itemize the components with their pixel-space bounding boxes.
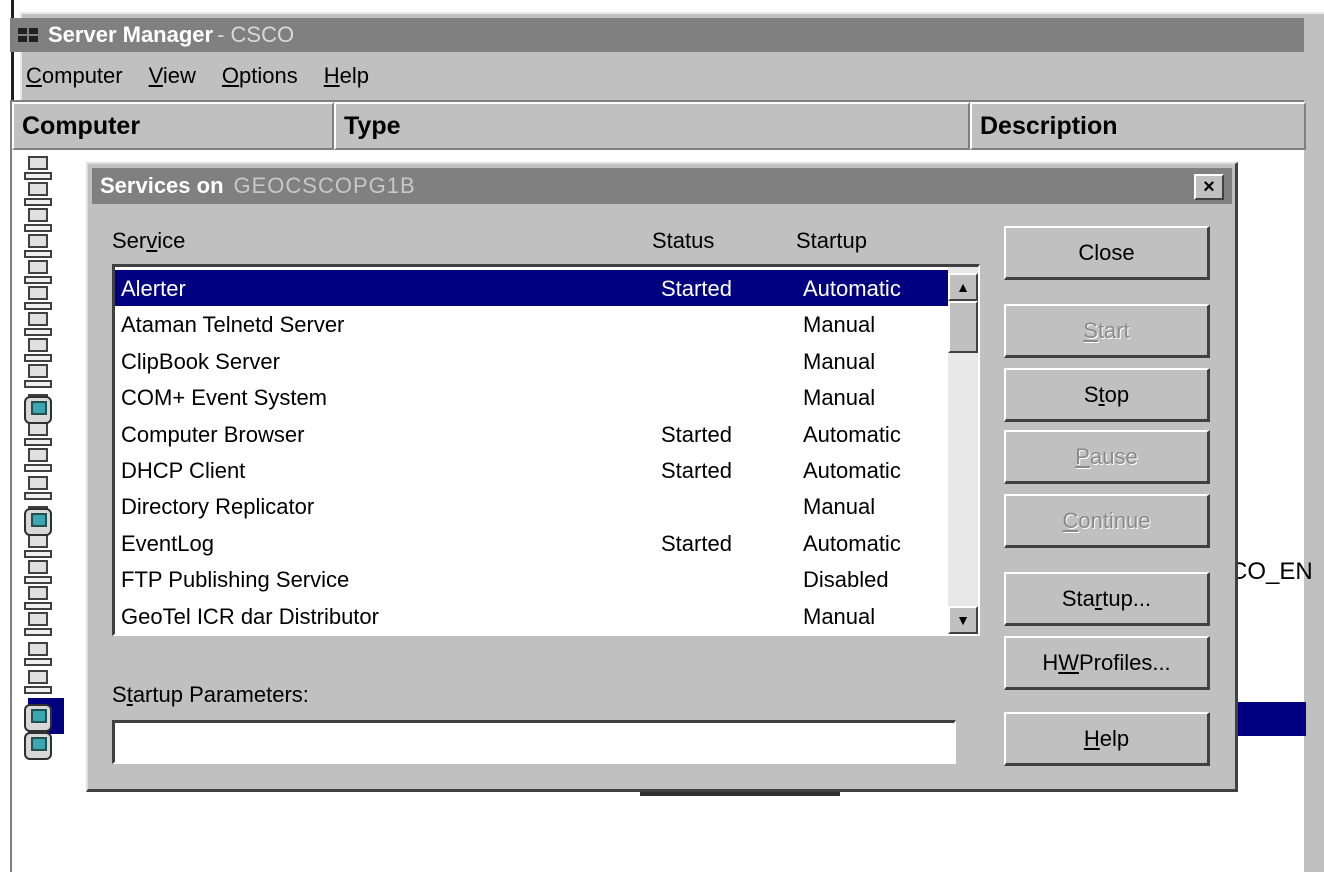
- pause-button[interactable]: Pause: [1004, 430, 1210, 484]
- services-dialog-host: GEOCSCOPG1B: [233, 173, 416, 198]
- column-label-status: Status: [652, 228, 715, 253]
- column-header-description[interactable]: Description: [970, 102, 1306, 150]
- service-row[interactable]: Computer Browser Started Automatic: [115, 416, 949, 452]
- computer-icon: [24, 156, 54, 182]
- service-name: EventLog: [121, 530, 214, 556]
- close-button[interactable]: Close: [1004, 226, 1210, 280]
- column-header-type[interactable]: Type: [334, 102, 970, 150]
- menu-computer[interactable]: Computer: [26, 63, 123, 89]
- service-startup: Manual: [803, 494, 876, 520]
- service-startup: Manual: [803, 312, 876, 338]
- partial-description-text: CO_EN: [1230, 558, 1313, 585]
- server-icon: [22, 730, 56, 764]
- service-row[interactable]: FTP Publishing Service Disabled: [115, 561, 949, 597]
- dialog-shadow: [640, 792, 840, 796]
- column-label-startup: Startup: [796, 228, 867, 253]
- column-header-computer[interactable]: Computer: [12, 102, 334, 150]
- computer-icon: [24, 286, 54, 312]
- service-startup: Manual: [803, 603, 876, 629]
- menu-view[interactable]: View: [149, 63, 196, 89]
- service-name: Alerter: [121, 276, 186, 301]
- service-status: Started: [661, 530, 732, 556]
- scroll-up-arrow-icon[interactable]: ▲: [948, 273, 978, 301]
- startup-button[interactable]: Sta r tup...: [1004, 572, 1210, 626]
- service-row[interactable]: COM+ Event System Manual: [115, 379, 949, 415]
- service-name: FTP Publishing Service: [121, 567, 350, 593]
- service-status: Started: [661, 421, 732, 447]
- service-status: Started: [661, 276, 732, 301]
- computer-icon: [24, 338, 54, 364]
- service-startup: Manual: [803, 348, 876, 374]
- computer-icon: [24, 586, 54, 612]
- computer-icon: [24, 182, 54, 208]
- computer-icon: [24, 312, 54, 338]
- service-row[interactable]: Alerter Started Automatic: [115, 270, 949, 306]
- services-listbox[interactable]: Alerter Started Automatic Ataman Telnetd Se…: [112, 264, 980, 636]
- server-manager-title: Server Manager: [48, 22, 214, 47]
- menu-help[interactable]: Help: [324, 63, 369, 89]
- computer-icon: [24, 448, 54, 474]
- start-button[interactable]: Start: [1004, 304, 1210, 358]
- service-row[interactable]: EventLog Started Automatic: [115, 525, 949, 561]
- menu-options[interactable]: Options: [222, 63, 298, 89]
- service-name: Directory Replicator: [121, 494, 315, 520]
- service-row[interactable]: Ataman Telnetd Server Manual: [115, 306, 949, 342]
- menu-bar: Computer View Options Help: [10, 54, 1304, 98]
- menu-view-rest: iew: [162, 63, 196, 88]
- service-name: GeoTel ICR dar Distributor: [121, 603, 379, 629]
- service-row[interactable]: ClipBook Server Manual: [115, 343, 949, 379]
- service-row[interactable]: Directory Replicator Manual: [115, 488, 949, 524]
- help-button[interactable]: Help: [1004, 712, 1210, 766]
- services-dialog-title: Services on: [100, 173, 224, 198]
- service-name: Computer Browser: [121, 421, 305, 447]
- server-manager-app-icon: [18, 26, 40, 44]
- server-manager-title-suffix: - CSCO: [217, 22, 295, 47]
- server-icon: [22, 506, 56, 540]
- computer-icon: [24, 476, 54, 502]
- computer-icon: [24, 612, 54, 638]
- computer-icon: [24, 364, 54, 390]
- column-label-service: Service: [112, 228, 186, 253]
- service-name: DHCP Client: [121, 458, 246, 483]
- service-startup: Automatic: [803, 421, 901, 447]
- menu-computer-rest: omputer: [41, 63, 123, 88]
- service-row[interactable]: DHCP Client Started Automatic: [115, 452, 949, 488]
- service-row[interactable]: GeoTel ICR dar Distributor Manual: [115, 598, 949, 634]
- menu-help-rest: elp: [339, 63, 369, 88]
- stop-button[interactable]: St op: [1004, 368, 1210, 422]
- server-icon: [22, 394, 56, 428]
- computer-icon: [24, 260, 54, 286]
- startup-parameters-input[interactable]: [112, 720, 956, 764]
- service-name: Ataman Telnetd Server: [121, 312, 345, 338]
- services-dialog-titlebar[interactable]: Services on GEOCSCOPG1B ×: [92, 168, 1232, 204]
- continue-button[interactable]: Continue: [1004, 494, 1210, 548]
- startup-parameters-label: Startup Parameters:: [112, 682, 309, 707]
- services-scrollbar[interactable]: ▲ ▼: [948, 267, 978, 634]
- service-startup: Disabled: [803, 567, 889, 593]
- server-manager-titlebar[interactable]: Server Manager - CSCO: [10, 18, 1304, 52]
- computer-icon: [24, 208, 54, 234]
- scroll-down-arrow-icon[interactable]: ▼: [948, 606, 978, 634]
- service-status: Started: [661, 458, 732, 483]
- computer-icon: [24, 670, 54, 696]
- computer-icon: [24, 560, 54, 586]
- service-startup: Automatic: [803, 530, 901, 556]
- hw-profiles-button[interactable]: HW Profiles...: [1004, 636, 1210, 690]
- menu-options-rest: ptions: [239, 63, 298, 88]
- service-name: ClipBook Server: [121, 348, 280, 374]
- service-startup: Manual: [803, 385, 876, 411]
- computer-icon: [24, 234, 54, 260]
- service-startup: Automatic: [803, 458, 901, 483]
- close-icon[interactable]: ×: [1194, 174, 1224, 200]
- computer-icon: [24, 642, 54, 668]
- service-name: COM+ Event System: [121, 385, 328, 411]
- service-startup: Automatic: [803, 276, 901, 301]
- scroll-thumb[interactable]: [948, 301, 978, 353]
